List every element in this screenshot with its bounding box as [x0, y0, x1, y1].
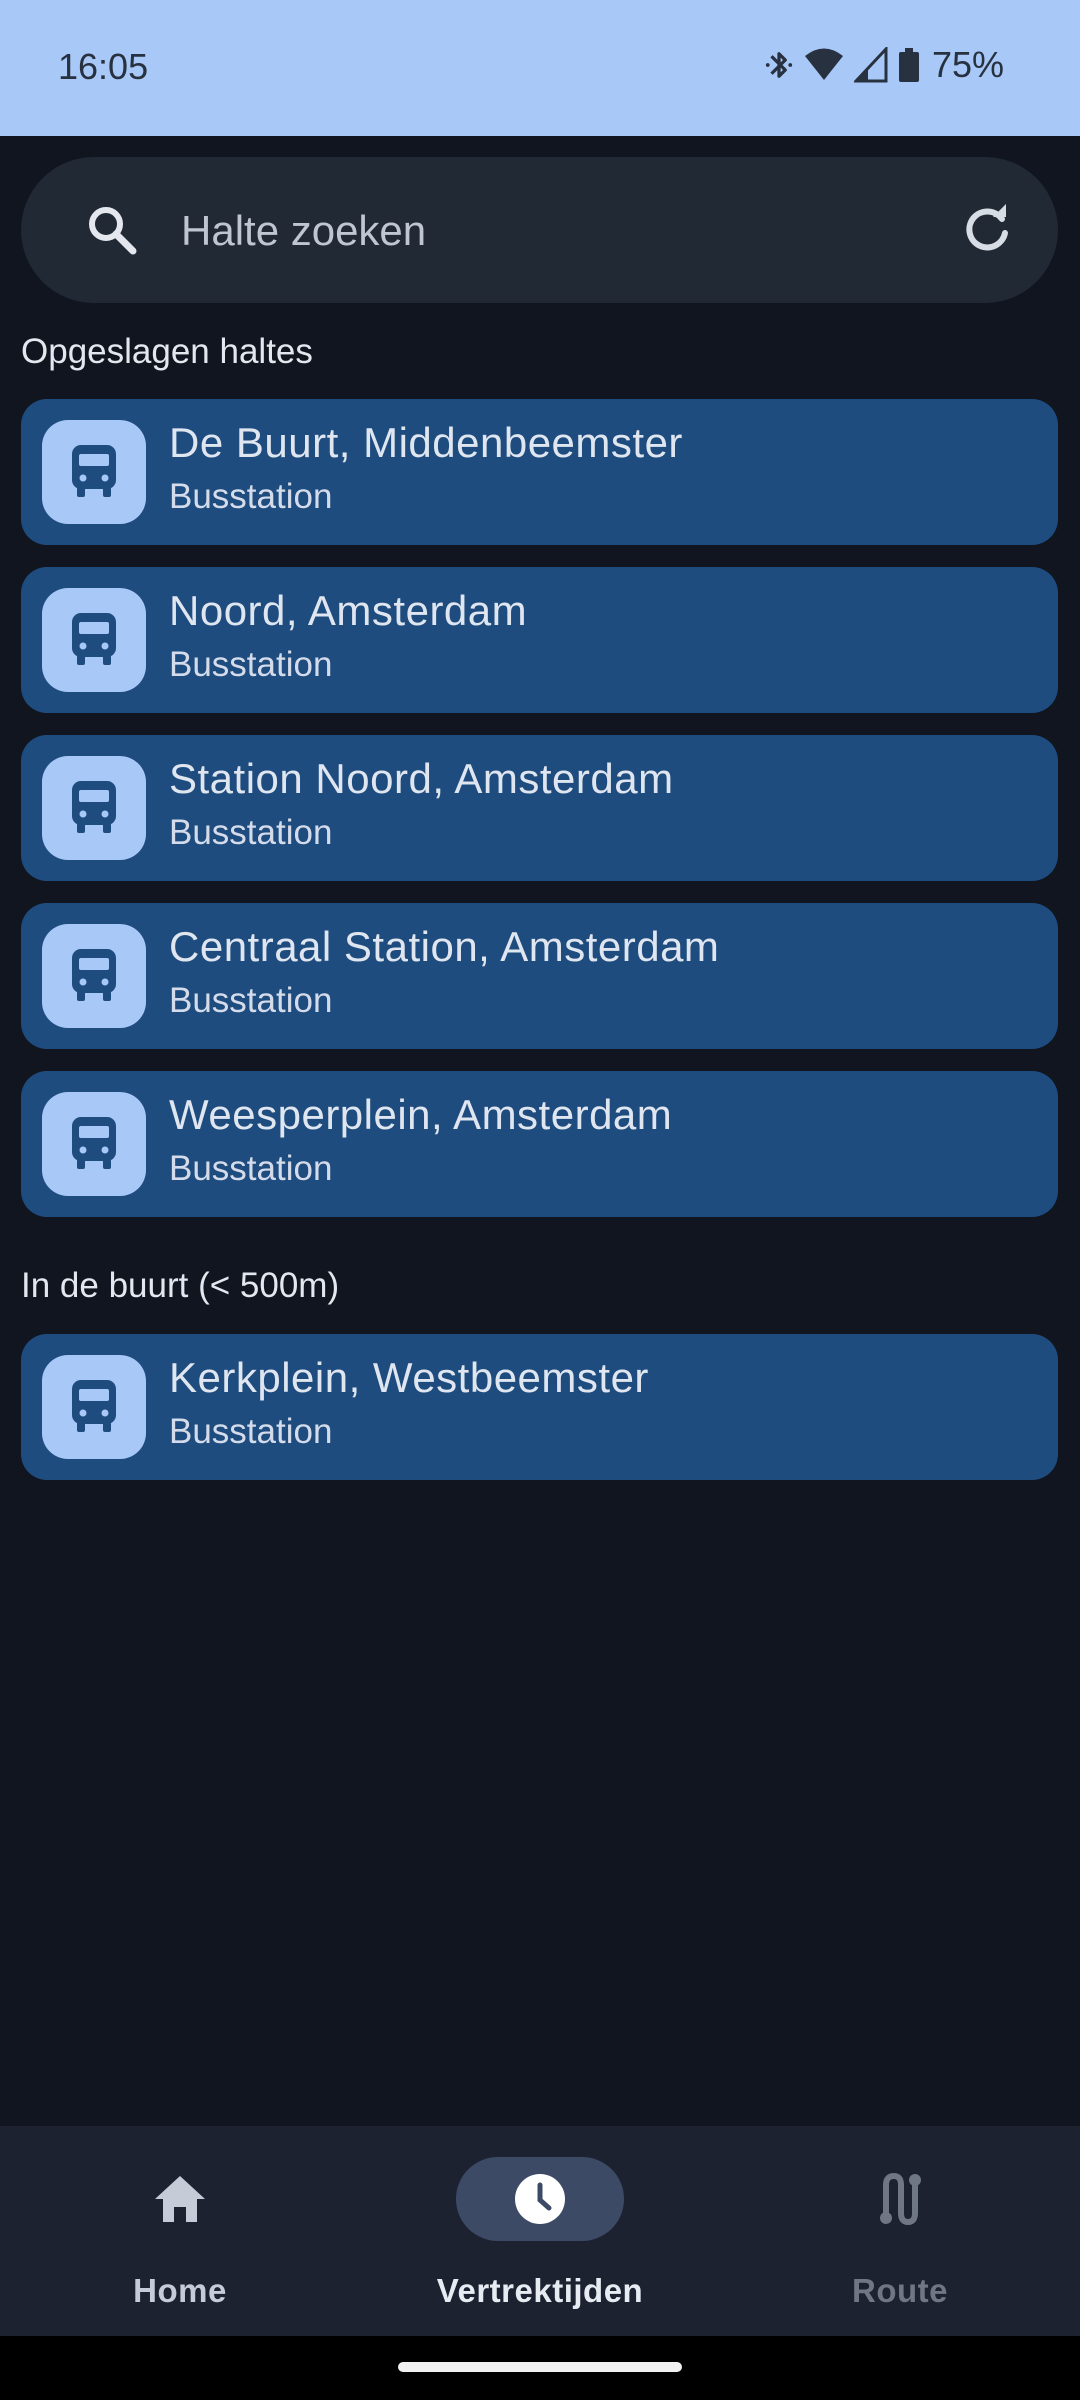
nav-route[interactable]: Route	[720, 2126, 1080, 2336]
bus-icon	[42, 1092, 146, 1196]
nav-home-label: Home	[133, 2272, 227, 2309]
bottom-navigation: Home Vertrektijden Route	[0, 2126, 1080, 2336]
stop-name: Kerkplein, Westbeemster	[169, 1354, 649, 1401]
saved-stop-card[interactable]: Centraal Station, Amsterdam Busstation	[21, 903, 1058, 1049]
stop-type: Busstation	[169, 1149, 333, 1188]
saved-stop-card[interactable]: Noord, Amsterdam Busstation	[21, 567, 1058, 713]
status-time: 16:05	[58, 46, 149, 87]
nav-home[interactable]: Home	[0, 2126, 360, 2336]
stop-type: Busstation	[169, 813, 333, 852]
refresh-icon[interactable]	[960, 203, 1014, 262]
bus-icon	[42, 756, 146, 860]
stop-name: Station Noord, Amsterdam	[169, 755, 674, 802]
stop-type: Busstation	[169, 981, 333, 1020]
stop-name: Centraal Station, Amsterdam	[169, 923, 720, 970]
stop-type: Busstation	[169, 645, 333, 684]
gesture-navigation-area	[0, 2336, 1080, 2400]
nav-route-label: Route	[852, 2272, 948, 2309]
battery-icon	[898, 47, 920, 83]
search-input[interactable]	[179, 197, 963, 265]
nearby-stop-card[interactable]: Kerkplein, Westbeemster Busstation	[21, 1334, 1058, 1480]
home-icon	[96, 2157, 264, 2241]
nav-departures-label: Vertrektijden	[436, 2272, 644, 2309]
bus-icon	[42, 924, 146, 1028]
saved-stop-card[interactable]: Weesperplein, Amsterdam Busstation	[21, 1071, 1058, 1217]
battery-level: 75%	[931, 44, 1004, 85]
stop-name: De Buurt, Middenbeemster	[169, 419, 683, 466]
status-icons: 75%	[764, 44, 1004, 86]
stop-name: Noord, Amsterdam	[169, 587, 528, 634]
nearby-stops-heading: In de buurt (< 500m)	[21, 1266, 340, 1305]
screen: 16:05 75% Opgeslagen haltes	[0, 0, 1080, 2400]
clock-icon	[456, 2157, 624, 2241]
wifi-icon	[804, 47, 844, 83]
gesture-handle[interactable]	[398, 2362, 682, 2372]
bluetooth-icon	[764, 46, 794, 84]
cell-signal-icon	[853, 47, 888, 83]
stop-type: Busstation	[169, 1412, 333, 1451]
stop-name: Weesperplein, Amsterdam	[169, 1091, 673, 1138]
bus-icon	[42, 1355, 146, 1459]
nav-departures[interactable]: Vertrektijden	[360, 2126, 720, 2336]
status-bar: 16:05 75%	[0, 0, 1080, 136]
saved-stops-heading: Opgeslagen haltes	[21, 332, 313, 371]
search-icon	[85, 203, 139, 262]
stop-type: Busstation	[169, 477, 333, 516]
route-icon	[816, 2157, 984, 2241]
bus-icon	[42, 420, 146, 524]
saved-stop-card[interactable]: De Buurt, Middenbeemster Busstation	[21, 399, 1058, 545]
bus-icon	[42, 588, 146, 692]
search-bar[interactable]	[21, 157, 1058, 303]
saved-stop-card[interactable]: Station Noord, Amsterdam Busstation	[21, 735, 1058, 881]
